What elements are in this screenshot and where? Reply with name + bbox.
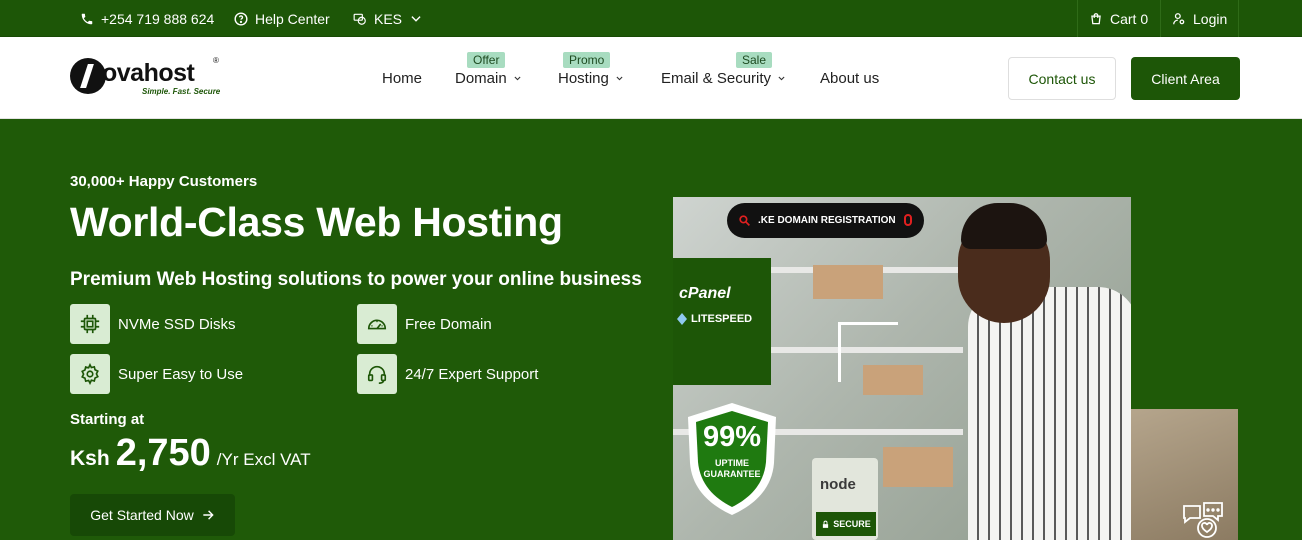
logo-tagline: Simple. Fast. Secure [142,87,221,96]
chip-icon [80,314,100,334]
logo[interactable]: ovahost ® Simple. Fast. Secure [70,56,225,100]
ssl-secure-badge: SECURE [816,512,876,536]
nav-domain-badge: Offer [467,52,506,68]
price-currency: Ksh [70,447,110,470]
guarantee-label: GUARANTEE [703,469,761,479]
feature-free-domain: Free Domain [357,304,492,344]
help-circle-icon [234,11,248,26]
control-panel-badge: cPanel LITESPEED [673,258,771,385]
currency-icon [353,13,366,25]
phone-number: +254 719 888 624 [101,10,215,27]
uptime-percent: 99% [702,421,762,453]
get-started-label: Get Started Now [90,507,194,523]
nav-hosting-badge: Promo [563,52,611,68]
feature-icon-box [70,354,110,394]
hero-kicker: 30,000+ Happy Customers [70,173,258,190]
logo-brand: ovahost [102,59,195,87]
top-bar: +254 719 888 624 Help Center KES Cart 0 … [0,0,1302,37]
arrow-right-icon [203,510,214,520]
feature-label: 24/7 Expert Support [405,365,539,383]
hero-title: World-Class Web Hosting [70,199,563,245]
nodejs-logo: node [820,476,856,493]
cart-link[interactable]: Cart 0 [1089,0,1148,37]
litespeed-logo: LITESPEED [677,313,752,325]
nav-email-security-badge: Sale [736,52,773,68]
contact-us-button[interactable]: Contact us [1008,57,1116,100]
chevron-down-icon [616,76,623,81]
litespeed-label: LITESPEED [691,313,753,325]
nav-hosting-label: Hosting [558,70,609,87]
headset-icon [367,365,387,384]
logo-mark-icon [70,58,106,94]
nav-home-label: Home [382,70,423,87]
help-center-label: Help Center [255,10,330,27]
topbar-divider [1238,0,1239,37]
feature-label: Super Easy to Use [118,365,244,383]
chevron-down-icon [778,76,785,81]
feature-icon-box [357,354,397,394]
microphone-icon [904,214,912,226]
nav-email-security-label: Email & Security [661,70,772,87]
feature-icon-box [70,304,110,344]
currency-selector[interactable]: KES [353,0,423,37]
feature-nvme: NVMe SSD Disks [70,304,236,344]
price-row: Ksh 2,750 /Yr Excl VAT [70,432,311,475]
chevron-down-icon [514,76,521,81]
litespeed-icon [677,313,687,325]
secure-label: SECURE [833,519,871,529]
topbar-divider [1077,0,1078,37]
nav-about-us[interactable]: About us [820,70,879,87]
nav-home[interactable]: Home [382,70,422,87]
focus-frame-decor [838,322,898,382]
nav-domain[interactable]: Domain [455,70,522,87]
cart-icon [1091,12,1101,24]
box-decor [883,447,953,487]
phone-link[interactable]: +254 719 888 624 [80,0,214,37]
box-decor [813,265,883,299]
hero-subtitle: Premium Web Hosting solutions to power y… [70,269,642,290]
nav-hosting[interactable]: Hosting [558,70,624,87]
feature-label: Free Domain [405,315,492,333]
currency-label: KES [374,10,403,27]
help-center-link[interactable]: Help Center [234,0,330,37]
chat-feedback-icon[interactable] [1180,500,1226,538]
nav-email-security[interactable]: Email & Security [661,70,786,87]
cpanel-logo: cPanel [679,285,731,302]
get-started-button[interactable]: Get Started Now [70,494,235,536]
price-label: Starting at [70,411,145,428]
login-label: Login [1193,10,1228,27]
client-area-button[interactable]: Client Area [1131,57,1240,100]
person-decor [968,287,1131,540]
nav-about-us-label: About us [820,70,880,87]
lock-icon [823,520,829,528]
logo-registered-mark: ® [213,56,219,65]
feature-support: 24/7 Expert Support [357,354,538,394]
login-link[interactable]: Login [1172,0,1227,37]
feature-icon-box [357,304,397,344]
person-decor [961,203,1047,249]
nav-domain-label: Domain [455,70,507,87]
price-period: /Yr Excl VAT [216,450,311,469]
cart-label: Cart 0 [1110,10,1149,27]
user-gear-icon [1173,12,1185,24]
price-amount: 2,750 [115,432,211,474]
topbar-divider [1160,0,1161,37]
chevron-down-icon [411,15,421,22]
speedometer-icon [367,319,387,330]
gear-icon [81,363,99,385]
search-icon [739,215,750,226]
domain-search-text: .KE DOMAIN REGISTRATION [758,215,896,226]
feature-label: NVMe SSD Disks [118,315,236,333]
domain-search-pill: .KE DOMAIN REGISTRATION [727,203,924,238]
phone-icon [81,13,93,24]
uptime-label: UPTIME [714,458,749,468]
feature-easy-to-use: Super Easy to Use [70,354,243,394]
